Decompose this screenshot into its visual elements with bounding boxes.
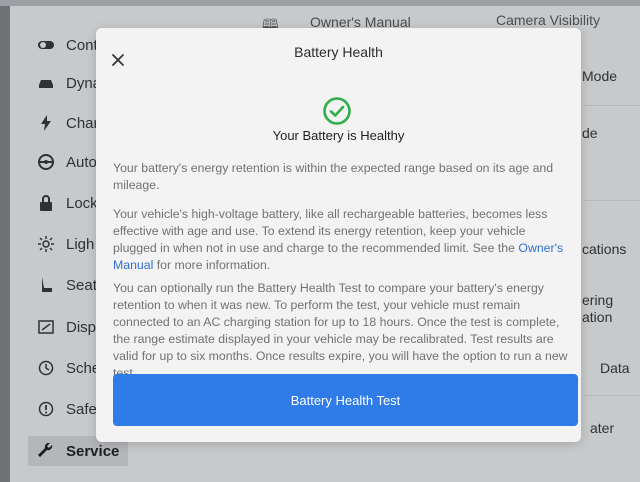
divider: [584, 200, 640, 201]
bg-top-camera-visibility[interactable]: Camera Visibility: [496, 12, 600, 28]
divider: [584, 105, 640, 106]
bg-right-item[interactable]: de: [582, 125, 598, 141]
modal-header: Battery Health: [96, 28, 581, 80]
sidebar-item-label: Auto: [66, 153, 97, 171]
paragraph-text: for more information.: [153, 258, 271, 272]
sidebar-item-label: Cont: [66, 36, 98, 54]
bg-right-item[interactable]: Mode: [582, 68, 617, 84]
check-circle-icon: [323, 97, 351, 125]
sidebar-item-label: Ligh: [66, 235, 95, 253]
paragraph-retention: Your battery's energy retention is withi…: [113, 161, 554, 192]
sidebar-item-label: Lock: [66, 194, 98, 212]
sidebar-item-label: Safe: [66, 400, 97, 418]
toggle-icon: [36, 35, 56, 55]
modal-title: Battery Health: [294, 44, 383, 60]
lightning-icon: [36, 113, 56, 133]
display-icon: [36, 317, 56, 337]
clock-icon: [36, 358, 56, 378]
lock-icon: [36, 193, 56, 213]
wrench-icon: [36, 441, 56, 461]
battery-health-test-button[interactable]: Battery Health Test: [113, 374, 578, 426]
sidebar-item-label: Seat: [66, 276, 97, 294]
bezel-top: [0, 0, 640, 6]
paragraph-text: Your vehicle's high-voltage battery, lik…: [113, 207, 548, 255]
seat-icon: [36, 275, 56, 295]
bg-right-item[interactable]: Data: [600, 360, 630, 376]
paragraph-health-test: You can optionally run the Battery Healt…: [113, 281, 568, 380]
screen: 🕮 Owner's Manual Camera Visibility Cont …: [0, 0, 640, 482]
bezel: [0, 0, 10, 482]
car-icon: [36, 73, 56, 93]
paragraph-battery-care: Your vehicle's high-voltage battery, lik…: [113, 206, 568, 274]
bg-right-item[interactable]: ation: [582, 309, 612, 325]
bg-right-item[interactable]: ering: [582, 292, 613, 308]
bg-right-item[interactable]: cations: [582, 241, 626, 257]
sidebar-item-label: Service: [66, 442, 120, 460]
status-title: Your Battery is Healthy: [272, 128, 405, 143]
sidebar-item-label: Char: [66, 114, 99, 132]
battery-health-modal: Battery Health Your Battery is Healthy Y…: [96, 28, 581, 442]
bg-right-item[interactable]: ater: [590, 420, 614, 436]
sidebar-item-label: Disp: [66, 318, 97, 336]
info-icon: [36, 399, 56, 419]
light-icon: [36, 234, 56, 254]
steering-wheel-icon: [36, 152, 56, 172]
divider: [584, 395, 640, 396]
